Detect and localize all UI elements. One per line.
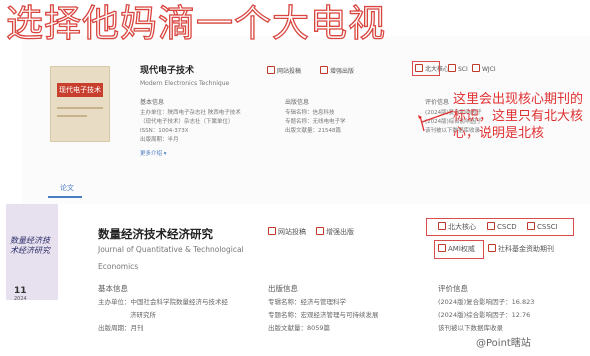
cover-title: 数量经济技术经济研究: [10, 236, 50, 255]
basic-info-heading: 基本信息: [98, 284, 128, 293]
enhanced-publish-button[interactable]: 增强出版: [316, 227, 354, 237]
cover-issue-number: 11: [14, 286, 27, 296]
submit-icon: [267, 66, 275, 74]
wjci-icon: [472, 64, 480, 72]
tag-wjci[interactable]: WJCI: [472, 64, 496, 73]
eval-info-heading: 评价信息: [425, 99, 450, 106]
tag-sci[interactable]: SCI: [448, 64, 468, 73]
annotation-note: 这里会出现核心期刊的标识，这里只有北大核心，说明是北核: [453, 92, 584, 141]
tab-papers[interactable]: 论文: [60, 183, 74, 193]
pub-info-heading: 出版信息: [268, 284, 298, 293]
highlight-box-ami: [434, 240, 484, 259]
cover-year: 2024: [14, 296, 27, 302]
tag-social-fund[interactable]: 社科基金资助期刊: [488, 244, 554, 254]
journal-cover-bottom[interactable]: 数量经济技术经济研究 11 2024: [6, 204, 58, 302]
eval-info-heading: 评价信息: [438, 284, 468, 293]
journal-cover-top[interactable]: 现代电子技术: [50, 66, 110, 142]
journal-title-en: Journal of Quantitative & Technological: [98, 245, 244, 254]
overlay-title: 选择他妈滴一个大电视: [5, 1, 386, 45]
highlight-box-core: [412, 61, 440, 76]
highlight-box-core-row: [426, 218, 574, 236]
cover-title: 现代电子技术: [57, 83, 103, 97]
arrow-icon: [418, 110, 454, 132]
publish-icon: [316, 227, 324, 235]
journal-title-en-cont: Economics: [98, 262, 139, 271]
journal-title-en: Modern Electronics Technique: [140, 80, 230, 87]
submit-online-button[interactable]: 网站投稿: [268, 227, 306, 237]
fund-icon: [488, 244, 496, 252]
tab-underline: [48, 196, 82, 198]
more-intro-link[interactable]: 更多介绍 ▾: [140, 149, 167, 157]
sci-icon: [448, 64, 456, 72]
watermark: @Point瞎站: [476, 338, 531, 349]
submit-icon: [268, 227, 276, 235]
enhanced-publish-button[interactable]: 增强出版: [320, 66, 354, 75]
pub-info-heading: 出版信息: [285, 99, 310, 106]
basic-info-heading: 基本信息: [140, 99, 165, 106]
publish-icon: [320, 66, 328, 74]
submit-online-button[interactable]: 网站投稿: [267, 66, 301, 75]
journal-title[interactable]: 现代电子技术: [140, 63, 194, 76]
journal-title[interactable]: 数量经济技术经济研究: [98, 226, 213, 242]
